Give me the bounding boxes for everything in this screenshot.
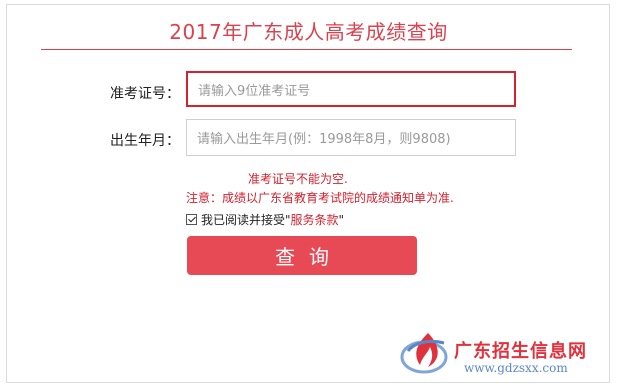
agree-checkbox[interactable] xyxy=(186,214,197,225)
agree-text: 我已阅读并接受" xyxy=(201,213,291,227)
notice-message: 注意：成绩以广东省教育考试院的成绩通知单为准. xyxy=(186,191,454,205)
flame-logo-icon xyxy=(400,333,448,374)
exam-no-placeholder: 请输入9位准考证号 xyxy=(198,83,311,99)
birth-date-input[interactable]: 请输入出生年月(例：1998年8月，则9808) xyxy=(186,119,516,156)
agree-terms-row: 我已阅读并接受" 服务条款 " xyxy=(186,211,344,228)
birth-label: 出生年月： xyxy=(110,133,180,149)
watermark-site-url: www.gdzsxx.com xyxy=(464,361,568,375)
site-watermark: 广东招生信息网 www.gdzsxx.com xyxy=(396,323,606,378)
page-title: 2017年广东成人高考成绩查询 xyxy=(169,20,448,44)
title-divider xyxy=(41,49,572,50)
query-button[interactable]: 查询 xyxy=(187,236,417,275)
terms-link[interactable]: 服务条款 xyxy=(291,211,339,228)
agree-text-end: " xyxy=(338,212,345,227)
error-message: 准考证号不能为空. xyxy=(248,172,348,186)
birth-date-placeholder: 请输入出生年月(例：1998年8月，则9808) xyxy=(197,132,451,147)
watermark-site-name: 广东招生信息网 xyxy=(454,341,587,362)
exam-no-label: 准考证号： xyxy=(110,86,180,102)
exam-no-input[interactable]: 请输入9位准考证号 xyxy=(186,71,516,107)
